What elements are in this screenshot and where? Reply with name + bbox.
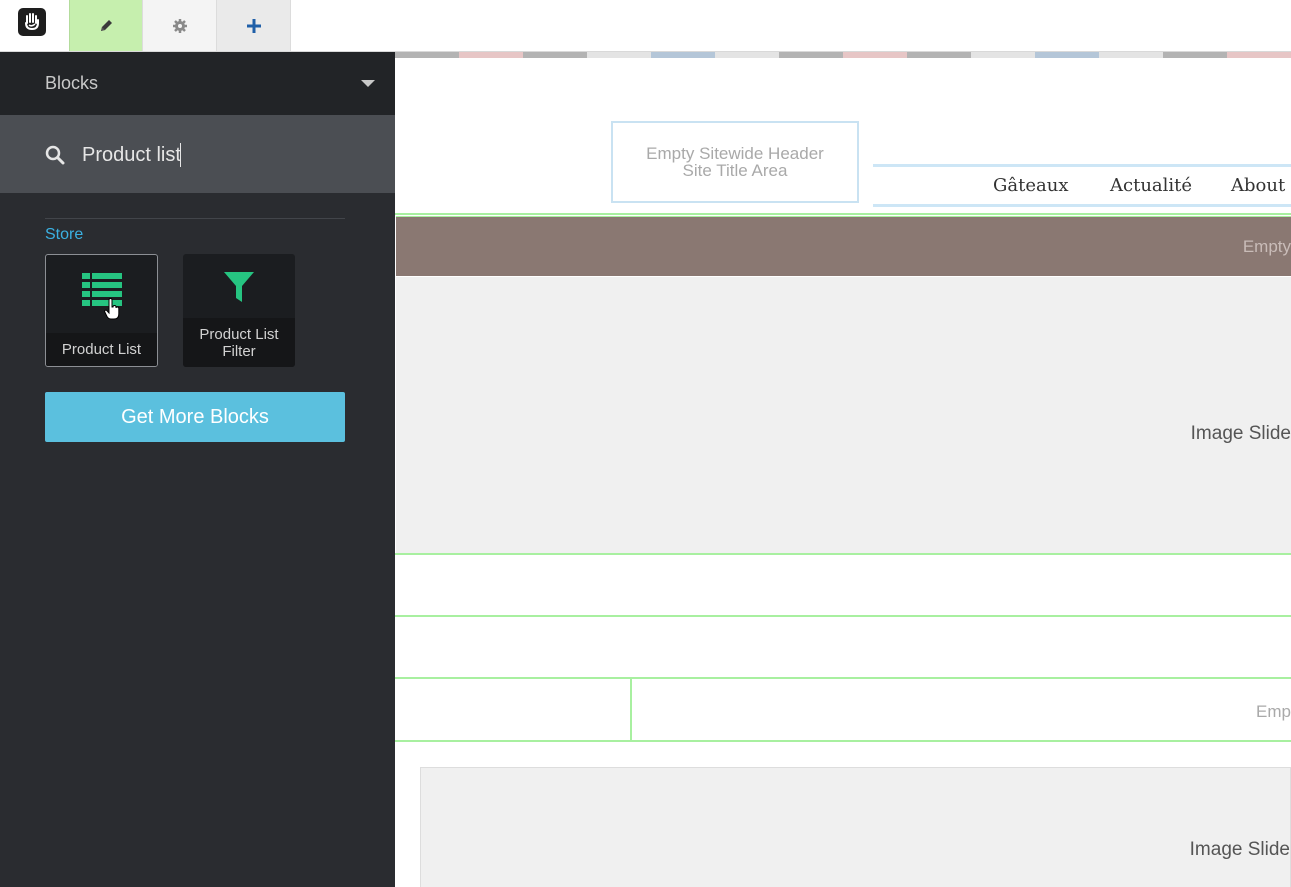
site-nav: Gâteaux Actualité About (873, 164, 1291, 207)
pencil-icon (101, 19, 112, 31)
empty-area-label: Emp (1256, 702, 1291, 721)
area-border (395, 213, 1291, 215)
nav-item-about[interactable]: About (1231, 175, 1285, 196)
block-tile-product-list[interactable]: Product List (45, 254, 158, 367)
top-toolbar (0, 0, 1291, 52)
plus-icon (246, 18, 261, 33)
block-search-bar (0, 115, 395, 193)
header-area-line: Empty Sitewide Header (646, 144, 824, 163)
get-more-blocks-button[interactable]: Get More Blocks (45, 392, 345, 442)
block-tile-product-list-filter[interactable]: Product List Filter (183, 254, 295, 367)
image-slider-label: Image Slide (1189, 839, 1290, 860)
empty-area-band[interactable]: Empty (396, 216, 1291, 276)
section-label-store: Store (45, 226, 84, 243)
page-canvas: Empty Sitewide Header Site Title Area Gâ… (395, 52, 1291, 887)
block-search-input[interactable] (82, 141, 362, 169)
block-label: Product List (46, 333, 157, 366)
area-border (395, 740, 1291, 742)
empty-header-area[interactable]: Empty Sitewide Header Site Title Area (611, 121, 859, 203)
add-content-button[interactable] (217, 0, 291, 51)
column-divider (630, 679, 632, 741)
header-area-line: Site Title Area (682, 161, 788, 180)
block-label: Product List Filter (183, 318, 295, 367)
nav-item-gateaux[interactable]: Gâteaux (993, 175, 1068, 196)
section-divider (45, 218, 345, 219)
empty-area-row[interactable] (395, 555, 1291, 615)
panel-header[interactable]: Blocks (0, 52, 395, 115)
blocks-panel: Blocks Store Product List (0, 52, 395, 887)
text-cursor (180, 143, 181, 167)
caret-down-icon[interactable] (361, 80, 375, 87)
settings-button[interactable] (143, 0, 217, 51)
image-slider-placeholder-2[interactable]: Image Slide (420, 767, 1291, 887)
panel-title: Blocks (45, 73, 99, 93)
decorative-stripe (395, 52, 1291, 58)
search-icon (45, 145, 65, 165)
edit-mode-button[interactable] (69, 0, 143, 51)
gear-icon (172, 18, 187, 33)
empty-area-row[interactable] (395, 617, 1291, 677)
empty-area-label: Empty (1242, 237, 1291, 256)
concrete5-logo-icon[interactable] (18, 8, 46, 36)
hand-cursor-icon (104, 298, 120, 320)
filter-icon (224, 272, 254, 302)
image-slider-label: Image Slide (1190, 423, 1291, 444)
image-slider-placeholder[interactable]: Image Slide (396, 277, 1291, 553)
area-border (395, 677, 1291, 679)
nav-item-actualite[interactable]: Actualité (1110, 175, 1192, 196)
